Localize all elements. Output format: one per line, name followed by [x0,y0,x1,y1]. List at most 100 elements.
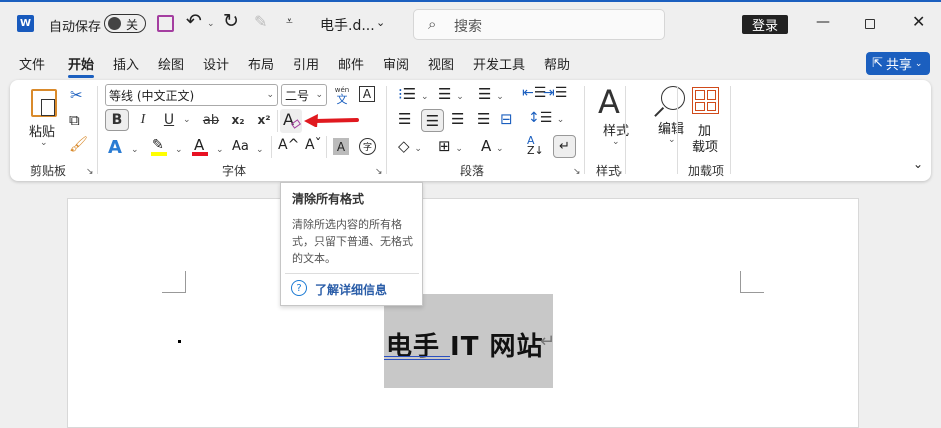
clipboard-group-label: 剪贴板 [30,164,67,178]
undo-dropdown[interactable]: ⌄ [207,19,215,29]
multilevel-list-button[interactable]: ☰ ⌄ [478,85,504,103]
asian-layout-button[interactable]: A ⌄ [481,137,504,155]
highlight-color-bar [151,152,167,156]
sort-button[interactable]: A Z↓ [527,135,544,156]
tab-file[interactable]: 文件 [19,54,45,73]
addins-icon[interactable] [692,87,719,114]
tab-help[interactable]: 帮助 [544,54,570,73]
tab-developer[interactable]: 开发工具 [473,54,525,73]
show-marks-button[interactable]: ↵ [553,135,576,158]
tab-mailings[interactable]: 邮件 [338,54,364,73]
bold-button[interactable]: B [105,109,129,131]
phonetic-guide-button[interactable]: wén 文 [333,84,351,105]
enclose-char-button[interactable]: 字 [359,138,376,155]
addins-group-label: 加载项 [688,164,725,178]
help-icon[interactable]: ? [291,280,307,296]
styles-icon[interactable]: A [598,83,620,121]
separator [584,86,585,174]
search-input[interactable]: ⌕ 搜索 [413,9,665,40]
window-top-border [0,0,941,2]
minimize-button[interactable]: — [816,14,830,30]
login-button[interactable]: 登录 [742,15,788,34]
styles-dropdown[interactable]: ⌄ [612,137,620,147]
close-button[interactable]: ✕ [912,12,925,31]
paragraph-mark: ↵ [540,331,556,352]
save-icon[interactable] [157,15,174,32]
font-color-dropdown[interactable]: ⌄ [216,145,224,155]
distributed-button[interactable]: ⊟ [500,110,513,128]
cut-icon[interactable]: ✂ [70,86,83,104]
underline-button[interactable]: U [160,109,178,131]
customize-qat-icon[interactable]: ⩡ [286,14,293,29]
highlight-icon[interactable]: ✎ [152,137,164,153]
autosave-toggle[interactable]: 关 [104,14,146,33]
change-case-dropdown[interactable]: ⌄ [256,145,264,155]
paragraph-launcher[interactable]: ↘ [573,167,581,177]
numbering-button[interactable]: ☰ ⌄ [438,85,464,103]
copy-icon[interactable]: ⧉ [69,111,80,129]
highlight-dropdown[interactable]: ⌄ [175,145,183,155]
margin-corner-left [162,271,186,293]
shrink-font-button[interactable]: Aˇ [305,137,322,153]
tab-references[interactable]: 引用 [293,54,319,73]
bullets-button[interactable]: ⁝☰ ⌄ [398,85,429,103]
separator [677,86,678,174]
undo-icon[interactable]: ↶ [186,10,202,32]
search-editing-icon[interactable] [661,86,685,110]
increase-indent-button[interactable]: ⇥☰ [543,85,567,101]
addins-label-2[interactable]: 载项 [692,136,718,155]
grow-font-button[interactable]: A^ [278,137,299,153]
align-left-button[interactable]: ☰ [398,110,411,128]
tab-view[interactable]: 视图 [428,54,454,73]
font-color-bar [192,152,208,156]
separator [277,110,278,132]
format-painter-icon[interactable]: 🖌 [69,135,88,153]
styles-launcher[interactable]: ↘ [615,167,623,177]
tab-review[interactable]: 审阅 [383,54,409,73]
justify-button[interactable]: ☰ [477,110,490,128]
tab-home[interactable]: 开始 [68,54,95,78]
tab-layout[interactable]: 布局 [248,54,274,73]
redo-icon[interactable]: ↻ [223,10,239,32]
char-shading-button[interactable]: A [333,138,349,155]
line-spacing-button[interactable]: ↕☰ ⌄ [528,110,564,126]
superscript-button[interactable]: x² [254,109,274,131]
draw-icon[interactable]: ✎ [254,12,267,31]
borders-button[interactable]: ⊞ ⌄ [438,137,463,155]
tab-draw[interactable]: 绘图 [158,54,184,73]
separator [326,136,327,158]
change-case-button[interactable]: Aa [232,139,249,154]
char-border-button[interactable]: A [359,86,375,102]
font-group-label: 字体 [222,164,247,178]
underline-dropdown[interactable]: ⌄ [183,115,191,125]
text-effects-dropdown[interactable]: ⌄ [131,145,139,155]
subscript-button[interactable]: x₂ [228,109,248,131]
clear-formatting-tooltip: 清除所有格式 清除所选内容的所有格式，只留下普通、无格式的文本。 ? 了解详细信… [280,182,423,306]
font-size-select[interactable]: 二号 ⌄ [281,84,327,106]
maximize-button[interactable] [865,19,875,29]
text-effects-icon[interactable]: A [108,137,122,158]
collapse-ribbon-icon[interactable]: ⌄ [913,157,923,171]
clear-formatting-button[interactable]: A [280,109,302,133]
paste-icon[interactable] [31,89,57,117]
font-name-select[interactable]: 等线 (中文正文) ⌄ [105,84,278,106]
tab-design[interactable]: 设计 [203,54,229,73]
shading-button[interactable]: ◇ ⌄ [398,137,422,155]
title-dropdown-icon[interactable]: ⌄ [376,16,385,29]
strikethrough-button[interactable]: ab [200,109,222,131]
align-right-button[interactable]: ☰ [451,110,464,128]
editing-dropdown[interactable]: ⌄ [668,135,676,145]
doc-title[interactable]: 电手.d... [320,15,375,35]
paste-dropdown[interactable]: ⌄ [40,138,48,148]
search-icon: ⌕ [428,15,437,33]
italic-button[interactable]: I [134,109,152,131]
font-launcher[interactable]: ↘ [375,167,383,177]
tab-insert[interactable]: 插入 [113,54,139,73]
align-center-button[interactable]: ☰ [421,109,444,132]
separator [271,136,272,158]
learn-more-link[interactable]: 了解详细信息 [315,281,387,298]
tooltip-body: 清除所选内容的所有格式，只留下普通、无格式的文本。 [292,218,413,265]
autosave-label: 自动保存 [49,20,102,35]
clipboard-launcher[interactable]: ↘ [86,167,94,177]
share-button[interactable]: ⇱ 共享 ⌄ [866,52,930,75]
